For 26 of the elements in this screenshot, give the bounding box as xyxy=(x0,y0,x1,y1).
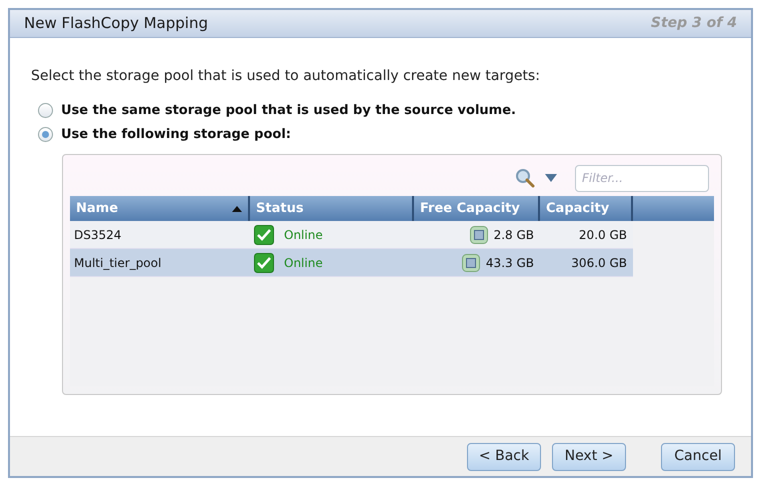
name-cell-text: DS3524 xyxy=(73,226,122,244)
filter-field[interactable]: Filter... xyxy=(575,164,709,192)
window-title: New FlashCopy Mapping xyxy=(24,13,208,34)
capacity-cell-text: 20.0 GB xyxy=(578,226,628,244)
radio-button[interactable] xyxy=(38,126,53,142)
pool-icon xyxy=(462,254,480,272)
capacity-cell-text: 306.0 GB xyxy=(570,254,628,272)
status-cell-text: Online xyxy=(284,254,323,272)
table-row[interactable]: Multi_tier_pool Online 43.3 GB 306.0 GB xyxy=(70,249,633,277)
radio-button[interactable] xyxy=(38,103,53,118)
pool-icon xyxy=(470,226,488,244)
check-status-icon xyxy=(254,224,274,244)
search-icon[interactable] xyxy=(515,168,535,188)
wizard-button[interactable]: Next > xyxy=(552,442,626,470)
option-label: Use the same storage pool that is used by the source volume. xyxy=(61,102,516,120)
free-capacity-cell-text: 2.8 GB xyxy=(494,226,534,244)
option-label: Use the following storage pool: xyxy=(61,126,291,144)
status-cell-text: Online xyxy=(284,226,323,244)
step-indicator: Step 3 of 4 xyxy=(650,14,737,33)
dropdown-caret-icon[interactable] xyxy=(545,174,557,182)
check-status-icon xyxy=(254,252,274,272)
instruction-text: Select the storage pool that is used to automatically create new targets: xyxy=(31,67,541,86)
free-capacity-cell-text: 43.3 GB xyxy=(486,254,534,272)
wizard-button[interactable]: < Back xyxy=(467,442,541,470)
wizard-button[interactable]: Cancel xyxy=(661,442,735,470)
name-cell-text: Multi_tier_pool xyxy=(73,254,162,272)
